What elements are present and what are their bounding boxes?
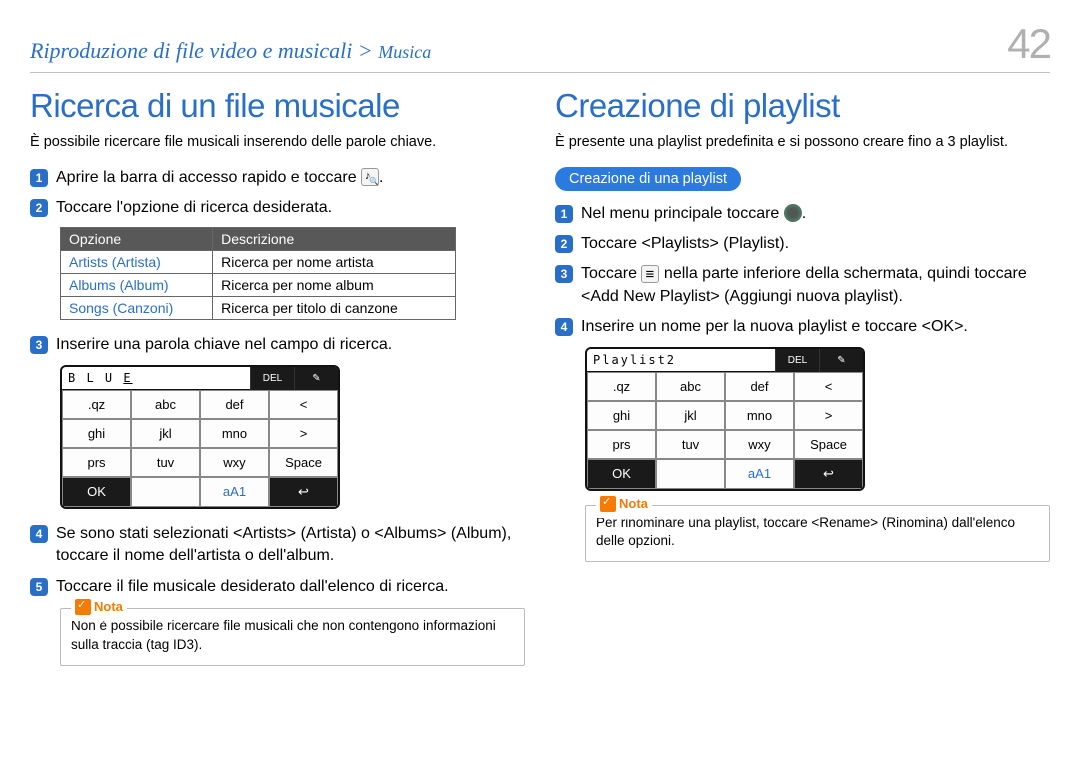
right-column: Creazione di playlist È presente una pla… bbox=[555, 87, 1050, 666]
left-step-2: 2 Toccare l'opzione di ricerca desiderat… bbox=[30, 197, 525, 219]
key-enter[interactable]: ↩ bbox=[794, 459, 863, 489]
key-def[interactable]: def bbox=[725, 372, 794, 401]
key-wxy[interactable]: wxy bbox=[725, 430, 794, 459]
td-albums: Albums (Album) bbox=[61, 274, 213, 297]
key-mno[interactable]: mno bbox=[725, 401, 794, 430]
music-search-icon bbox=[361, 168, 379, 186]
td-artists-desc: Ricerca per nome artista bbox=[213, 251, 456, 274]
breadcrumb-main: Riproduzione di file video e musicali > bbox=[30, 38, 378, 63]
key-prev[interactable]: < bbox=[794, 372, 863, 401]
key-ok[interactable]: OK bbox=[587, 459, 656, 489]
step-badge-1: 1 bbox=[30, 169, 48, 187]
page-header: Riproduzione di file video e musicali > … bbox=[30, 20, 1050, 73]
key-blank bbox=[131, 477, 200, 507]
key-abc[interactable]: abc bbox=[656, 372, 725, 401]
step-badge-1: 1 bbox=[555, 205, 573, 223]
note-icon bbox=[75, 599, 91, 615]
key-jkl[interactable]: jkl bbox=[656, 401, 725, 430]
key-def[interactable]: def bbox=[200, 390, 269, 419]
key-ghi[interactable]: ghi bbox=[62, 419, 131, 448]
key-wxy[interactable]: wxy bbox=[200, 448, 269, 477]
step-text-2: Toccare <Playlists> (Playlist). bbox=[581, 233, 789, 255]
key-ok[interactable]: OK bbox=[62, 477, 131, 507]
options-table: OpzioneDescrizione Artists (Artista)Rice… bbox=[60, 227, 456, 320]
step-text-1: Nel menu principale toccare . bbox=[581, 203, 806, 225]
step-badge-2: 2 bbox=[30, 199, 48, 217]
td-songs: Songs (Canzoni) bbox=[61, 297, 213, 320]
note-label: Nota bbox=[619, 495, 648, 513]
key-mode[interactable]: aA1 bbox=[200, 477, 269, 507]
key-blank bbox=[656, 459, 725, 489]
breadcrumb-sub: Musica bbox=[378, 42, 431, 62]
key-prs[interactable]: prs bbox=[587, 430, 656, 459]
left-step-5: 5 Toccare il file musicale desiderato da… bbox=[30, 576, 525, 598]
kbd-display[interactable]: B L U E bbox=[62, 367, 250, 390]
th-description: Descrizione bbox=[213, 228, 456, 251]
td-artists: Artists (Artista) bbox=[61, 251, 213, 274]
right-title: Creazione di playlist bbox=[555, 87, 1050, 125]
kbd-display[interactable]: Playlist2 bbox=[587, 349, 775, 372]
kbd-del-button[interactable]: DEL bbox=[775, 349, 819, 372]
step-badge-2: 2 bbox=[555, 235, 573, 253]
key-ghi[interactable]: ghi bbox=[587, 401, 656, 430]
step-badge-4: 4 bbox=[30, 525, 48, 543]
step-text-4: Se sono stati selezionati <Artists> (Art… bbox=[56, 523, 525, 568]
key-qz[interactable]: .qz bbox=[587, 372, 656, 401]
step-text-2: Toccare l'opzione di ricerca desiderata. bbox=[56, 197, 332, 219]
left-step-1: 1 Aprire la barra di accesso rapido e to… bbox=[30, 167, 525, 189]
right-keyboard: Playlist2 DEL ✎ .qz abc def < ghi jkl mn… bbox=[585, 347, 865, 491]
right-step-3: 3 Toccare nella parte inferiore della sc… bbox=[555, 263, 1050, 308]
step-text-3: Toccare nella parte inferiore della sche… bbox=[581, 263, 1050, 308]
page-number: 42 bbox=[1007, 20, 1050, 68]
right-lead: È presente una playlist predefinita e si… bbox=[555, 133, 1050, 153]
step-text-1: Aprire la barra di accesso rapido e tocc… bbox=[56, 167, 384, 189]
td-songs-desc: Ricerca per titolo di canzone bbox=[213, 297, 456, 320]
left-title: Ricerca di un file musicale bbox=[30, 87, 525, 125]
note-icon bbox=[600, 496, 616, 512]
step-text-3: Inserire una parola chiave nel campo di … bbox=[56, 334, 392, 356]
step-text-4: Inserire un nome per la nuova playlist e… bbox=[581, 316, 968, 338]
menu-icon bbox=[641, 265, 659, 283]
key-prev[interactable]: < bbox=[269, 390, 338, 419]
th-option: Opzione bbox=[61, 228, 213, 251]
note-label: Nota bbox=[94, 598, 123, 616]
key-enter[interactable]: ↩ bbox=[269, 477, 338, 507]
note-text: Non è possibile ricercare file musicali … bbox=[71, 618, 496, 652]
key-space[interactable]: Space bbox=[794, 430, 863, 459]
key-mode[interactable]: aA1 bbox=[725, 459, 794, 489]
note-text: Per rinominare una playlist, toccare <Re… bbox=[596, 515, 1015, 549]
left-note: Nota Non è possibile ricercare file musi… bbox=[60, 608, 525, 666]
step-badge-3: 3 bbox=[30, 336, 48, 354]
left-step-4: 4 Se sono stati selezionati <Artists> (A… bbox=[30, 523, 525, 568]
key-tuv[interactable]: tuv bbox=[131, 448, 200, 477]
kbd-del-button[interactable]: DEL bbox=[250, 367, 294, 390]
key-tuv[interactable]: tuv bbox=[656, 430, 725, 459]
left-lead: È possibile ricercare file musicali inse… bbox=[30, 133, 525, 153]
key-next[interactable]: > bbox=[269, 419, 338, 448]
key-mno[interactable]: mno bbox=[200, 419, 269, 448]
right-step-2: 2 Toccare <Playlists> (Playlist). bbox=[555, 233, 1050, 255]
key-qz[interactable]: .qz bbox=[62, 390, 131, 419]
kbd-edit-button[interactable]: ✎ bbox=[294, 367, 338, 390]
right-step-1: 1 Nel menu principale toccare . bbox=[555, 203, 1050, 225]
player-icon bbox=[784, 204, 802, 222]
step-badge-5: 5 bbox=[30, 578, 48, 596]
kbd-edit-button[interactable]: ✎ bbox=[819, 349, 863, 372]
right-note: Nota Per rinominare una playlist, toccar… bbox=[585, 505, 1050, 563]
breadcrumb: Riproduzione di file video e musicali > … bbox=[30, 38, 431, 64]
key-abc[interactable]: abc bbox=[131, 390, 200, 419]
step-badge-4: 4 bbox=[555, 318, 573, 336]
key-next[interactable]: > bbox=[794, 401, 863, 430]
key-jkl[interactable]: jkl bbox=[131, 419, 200, 448]
step-text-5: Toccare il file musicale desiderato dall… bbox=[56, 576, 449, 598]
left-step-3: 3 Inserire una parola chiave nel campo d… bbox=[30, 334, 525, 356]
right-step-4: 4 Inserire un nome per la nuova playlist… bbox=[555, 316, 1050, 338]
key-space[interactable]: Space bbox=[269, 448, 338, 477]
td-albums-desc: Ricerca per nome album bbox=[213, 274, 456, 297]
left-column: Ricerca di un file musicale È possibile … bbox=[30, 87, 525, 666]
key-prs[interactable]: prs bbox=[62, 448, 131, 477]
section-pill: Creazione di una playlist bbox=[555, 167, 741, 191]
step-badge-3: 3 bbox=[555, 265, 573, 283]
left-keyboard: B L U E DEL ✎ .qz abc def < ghi jkl mno … bbox=[60, 365, 340, 509]
